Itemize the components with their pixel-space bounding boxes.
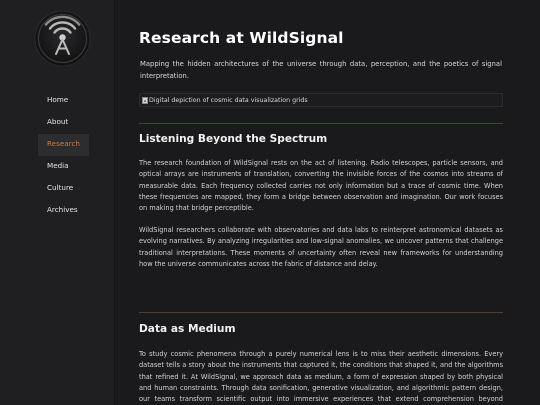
main-nav: Home About Research Media Culture Archiv… <box>38 90 89 222</box>
page: Home About Research Media Culture Archiv… <box>0 0 540 405</box>
broken-image-icon <box>142 96 148 104</box>
intro-text: Mapping the hidden architectures of the … <box>140 60 502 80</box>
nav-item-archives[interactable]: Archives <box>38 200 89 222</box>
section-divider <box>139 123 503 124</box>
image-alt-text: Digital depiction of cosmic data visuali… <box>149 96 308 104</box>
sidebar: Home About Research Media Culture Archiv… <box>0 0 115 405</box>
broken-image: Digital depiction of cosmic data visuali… <box>139 93 503 107</box>
page-title: Research at WildSignal <box>139 29 344 47</box>
section-heading: Listening Beyond the Spectrum <box>139 133 328 145</box>
section-paragraph: WildSignal researchers collaborate with … <box>139 226 503 268</box>
main-content: Research at WildSignal Mapping the hidde… <box>115 0 540 405</box>
nav-item-research[interactable]: Research <box>38 134 89 156</box>
nav-item-home[interactable]: Home <box>38 90 89 112</box>
nav-item-media[interactable]: Media <box>38 156 89 178</box>
nav-item-culture[interactable]: Culture <box>38 178 89 200</box>
section-divider <box>139 312 503 313</box>
section-paragraph: The research foundation of WildSignal re… <box>139 159 503 213</box>
signal-logo-icon <box>34 10 91 67</box>
section-heading: Data as Medium <box>139 323 236 335</box>
section-paragraph: To study cosmic phenomena through a pure… <box>139 350 503 404</box>
wildsignal-logo[interactable] <box>34 10 91 67</box>
nav-item-about[interactable]: About <box>38 112 89 134</box>
